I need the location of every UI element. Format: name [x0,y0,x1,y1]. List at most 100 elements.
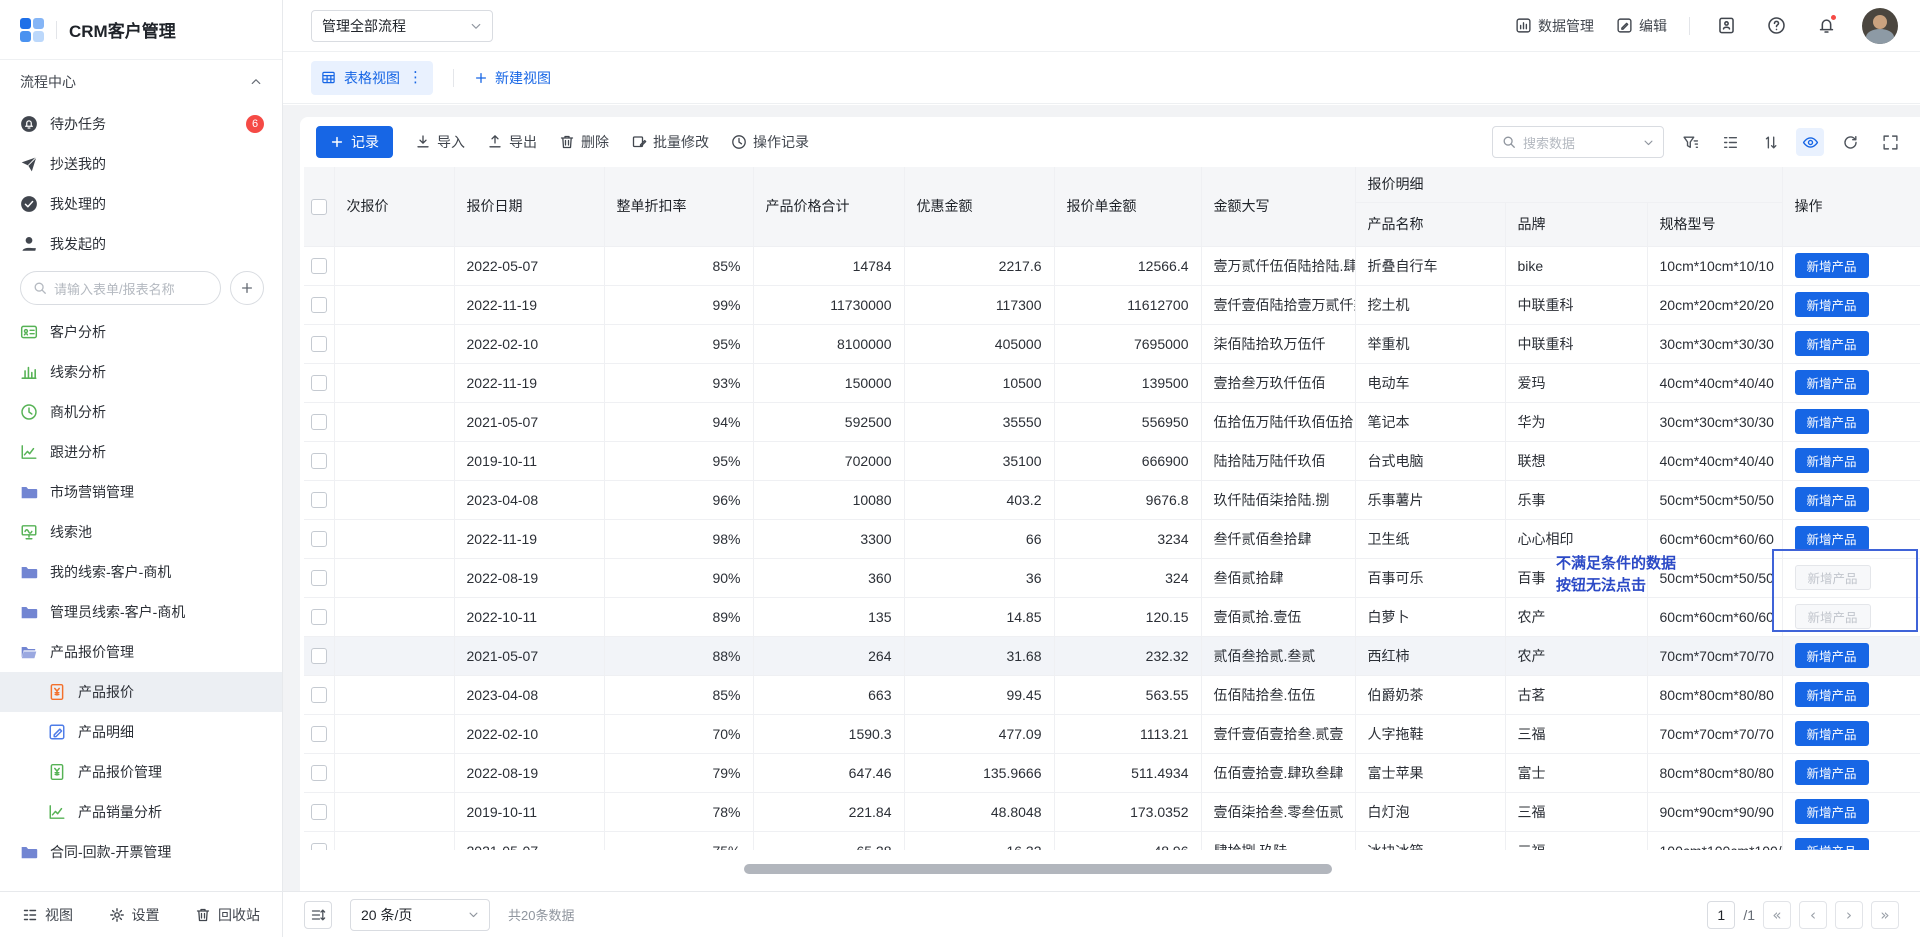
add-product-button[interactable]: 新增产品 [1795,448,1869,473]
field-config-button[interactable] [1716,128,1744,156]
sidebar-item-cc-to-me[interactable]: 抄送我的 [0,144,282,184]
add-product-button[interactable]: 新增产品 [1795,721,1869,746]
user-avatar[interactable] [1862,8,1898,44]
row-checkbox[interactable] [311,609,327,625]
add-product-button[interactable]: 新增产品 [1795,799,1869,824]
prev-page-button[interactable]: ‹ [1799,901,1827,929]
sidebar-item-leads-pool[interactable]: 线索池 [0,512,282,552]
import-button[interactable]: 导入 [415,132,465,152]
sidebar-item-leads-analysis[interactable]: 线索分析 [0,352,282,392]
add-product-button[interactable]: 新增产品 [1795,682,1869,707]
more-icon[interactable]: ⋮ [408,70,423,85]
row-checkbox[interactable] [311,765,327,781]
first-page-button[interactable]: « [1763,901,1791,929]
col-discount-rate[interactable]: 整单折扣率 [604,167,753,246]
add-product-button[interactable]: 新增产品 [1795,838,1869,850]
table-search-input[interactable]: 搜索数据 [1492,126,1664,158]
sidebar-item-followup-analysis[interactable]: 跟进分析 [0,432,282,472]
row-checkbox[interactable] [311,726,327,742]
data-manage-button[interactable]: 数据管理 [1515,16,1594,36]
col-quote-date[interactable]: 报价日期 [454,167,604,246]
row-height-button[interactable] [304,901,332,929]
add-product-button[interactable]: 新增产品 [1795,565,1871,590]
add-product-button[interactable]: 新增产品 [1795,760,1869,785]
filter-button[interactable] [1676,128,1704,156]
sidebar-item-opportunity-analysis[interactable]: 商机分析 [0,392,282,432]
row-checkbox[interactable] [311,414,327,430]
row-checkbox[interactable] [311,492,327,508]
new-view-button[interactable]: 新建视图 [474,68,551,88]
add-product-button[interactable]: 新增产品 [1795,292,1869,317]
views-button[interactable]: 视图 [22,905,73,925]
sidebar-item-marketing-management[interactable]: 市场营销管理 [0,472,282,512]
col-coupon-amount[interactable]: 优惠金额 [904,167,1054,246]
row-checkbox[interactable] [311,687,327,703]
sidebar-item-handled-by-me[interactable]: 我处理的 [0,184,282,224]
add-form-button[interactable] [230,271,264,305]
col-quote-amount[interactable]: 报价单金额 [1054,167,1201,246]
edit-button[interactable]: 编辑 [1616,16,1667,36]
add-product-button[interactable]: 新增产品 [1795,604,1871,629]
directory-button[interactable] [1712,12,1740,40]
settings-button[interactable]: 设置 [109,905,160,925]
col-product-total[interactable]: 产品价格合计 [753,167,904,246]
row-checkbox[interactable] [311,258,327,274]
add-product-button[interactable]: 新增产品 [1795,487,1869,512]
help-button[interactable] [1762,12,1790,40]
sidebar-item-product-sales-analysis[interactable]: 产品销量分析 [0,792,282,832]
select-all-checkbox[interactable] [311,199,327,215]
col-product-name[interactable]: 产品名称 [1355,202,1505,246]
add-record-button[interactable]: 记录 [316,126,393,158]
col-brand[interactable]: 品牌 [1505,202,1647,246]
add-product-button[interactable]: 新增产品 [1795,253,1869,278]
col-group-quote-detail[interactable]: 报价明细 [1355,167,1782,202]
notifications-button[interactable] [1812,12,1840,40]
row-checkbox[interactable] [311,570,327,586]
batch-edit-button[interactable]: 批量修改 [631,132,709,152]
horizontal-scrollbar[interactable] [744,864,1332,874]
sidebar-item-product-quote-admin[interactable]: 产品报价管理 [0,752,282,792]
refresh-button[interactable] [1836,128,1864,156]
sidebar-section-process-center[interactable]: 流程中心 [0,60,282,104]
delete-button[interactable]: 删除 [559,132,609,152]
row-checkbox[interactable] [311,648,327,664]
add-product-button[interactable]: 新增产品 [1795,409,1869,434]
row-checkbox[interactable] [311,297,327,313]
recycle-bin-button[interactable]: 回收站 [195,905,260,925]
row-checkbox[interactable] [311,375,327,391]
sidebar-item-admin-leads-customers[interactable]: 管理员线索-客户-商机 [0,592,282,632]
sidebar-item-contract-management[interactable]: 合同-回款-开票管理 [0,832,282,872]
sidebar-item-todo-tasks[interactable]: 待办任务 6 [0,104,282,144]
row-checkbox[interactable] [311,336,327,352]
export-button[interactable]: 导出 [487,132,537,152]
sidebar-item-product-quote[interactable]: 产品报价 [0,672,282,712]
sidebar-item-customer-analysis[interactable]: 客户分析 [0,312,282,352]
sort-button[interactable] [1756,128,1784,156]
col-spec[interactable]: 规格型号 [1647,202,1782,246]
last-page-button[interactable]: » [1871,901,1899,929]
add-product-button[interactable]: 新增产品 [1795,643,1869,668]
flow-select[interactable]: 管理全部流程 [311,10,493,42]
row-checkbox[interactable] [311,804,327,820]
col-second-quote[interactable]: 次报价 [334,167,454,246]
row-checkbox[interactable] [311,531,327,547]
row-checkbox[interactable] [311,453,327,469]
operation-log-button[interactable]: 操作记录 [731,132,809,152]
chevron-up-icon[interactable] [250,76,262,88]
current-page-input[interactable]: 1 [1707,901,1735,929]
tab-table-view[interactable]: 表格视图 ⋮ [311,61,433,95]
sidebar-item-product-detail[interactable]: 产品明细 [0,712,282,752]
sidebar-item-product-quote-management[interactable]: 产品报价管理 [0,632,282,672]
sidebar-item-initiated-by-me[interactable]: 我发起的 [0,224,282,264]
add-product-button[interactable]: 新增产品 [1795,331,1869,356]
col-amount-caps[interactable]: 金额大写 [1201,167,1355,246]
next-page-button[interactable]: › [1835,901,1863,929]
add-product-button[interactable]: 新增产品 [1795,526,1869,551]
visibility-button[interactable] [1796,128,1824,156]
page-size-select[interactable]: 20 条/页 [350,899,490,931]
add-product-button[interactable]: 新增产品 [1795,370,1869,395]
sidebar-item-my-leads-customers[interactable]: 我的线索-客户-商机 [0,552,282,592]
sidebar-search-input[interactable]: 请输入表单/报表名称 [20,271,221,305]
row-checkbox[interactable] [311,843,327,850]
fullscreen-button[interactable] [1876,128,1904,156]
